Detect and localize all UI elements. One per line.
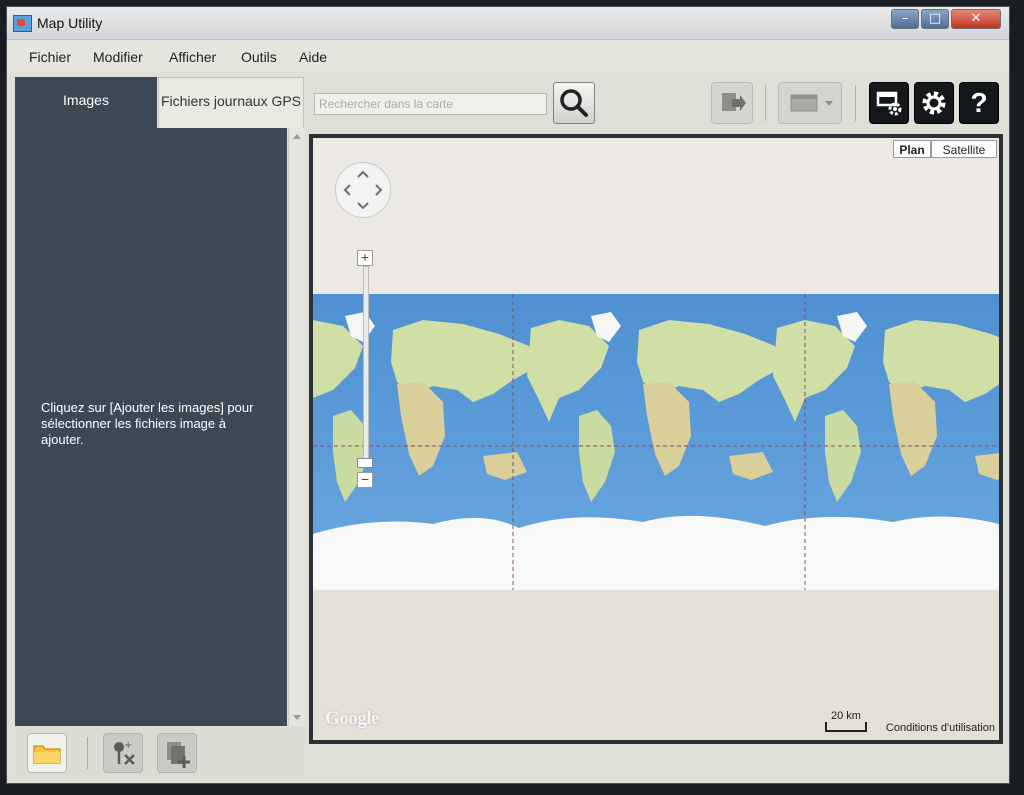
- title-bar[interactable]: Map Utility – □ ✕: [7, 7, 1009, 40]
- scroll-down-arrow[interactable]: [293, 715, 301, 720]
- zoom-out-button[interactable]: −: [357, 472, 373, 488]
- add-images-button[interactable]: [157, 733, 197, 773]
- window-title: Map Utility: [37, 15, 103, 31]
- app-icon: [13, 15, 32, 32]
- menu-outils[interactable]: Outils: [241, 49, 277, 65]
- folder-icon: [33, 745, 61, 764]
- close-icon: ✕: [970, 11, 982, 26]
- gear-icon: [922, 91, 946, 115]
- google-logo: Google: [325, 708, 380, 729]
- menu-modifier[interactable]: Modifier: [93, 49, 143, 65]
- pin-remove-icon: +: [114, 740, 135, 765]
- add-images-icon: [167, 742, 190, 768]
- scale-bar: [825, 722, 867, 732]
- search-input[interactable]: [314, 93, 547, 115]
- minimize-button[interactable]: –: [891, 9, 919, 29]
- scroll-up-arrow[interactable]: [293, 134, 301, 139]
- terms-link[interactable]: Conditions d'utilisation: [886, 722, 995, 734]
- bottom-separator: [87, 737, 88, 769]
- toolbar-separator: [855, 85, 856, 121]
- zoom-slider-thumb[interactable]: [357, 458, 373, 468]
- view-icon: [790, 94, 833, 112]
- images-panel: Cliquez sur [Ajouter les images] pour sé…: [15, 128, 287, 726]
- add-images-folder-button[interactable]: [27, 733, 67, 773]
- view-dropdown-button[interactable]: [778, 82, 842, 124]
- panel-scrollbar[interactable]: [288, 128, 305, 726]
- app-window: Map Utility – □ ✕ Fichier Modifier Affic…: [6, 6, 1010, 784]
- menu-fichier[interactable]: Fichier: [29, 49, 71, 65]
- svg-text:+: +: [124, 740, 132, 751]
- menu-bar: Fichier Modifier Afficher Outils Aide: [7, 40, 1009, 72]
- menu-aide[interactable]: Aide: [299, 49, 327, 65]
- pan-arrows-icon: [343, 170, 383, 210]
- map-view[interactable]: Plan Satellite + − Google 20 km Conditio…: [309, 134, 1003, 744]
- tab-gps-logs[interactable]: Fichiers journaux GPS: [158, 77, 304, 129]
- zoom-slider-track[interactable]: [363, 266, 369, 468]
- settings-button[interactable]: [914, 82, 954, 124]
- remove-location-button[interactable]: +: [103, 733, 143, 773]
- menu-afficher[interactable]: Afficher: [169, 49, 216, 65]
- close-button[interactable]: ✕: [951, 9, 1001, 29]
- settings-tools-icon: [876, 91, 902, 116]
- minimize-icon: –: [901, 11, 909, 26]
- tools-button[interactable]: [869, 82, 909, 124]
- help-icon: ?: [970, 87, 988, 118]
- zoom-in-button[interactable]: +: [357, 250, 373, 266]
- pan-control[interactable]: [335, 162, 391, 218]
- export-icon: [722, 93, 746, 111]
- export-button[interactable]: [711, 82, 753, 124]
- maximize-icon: □: [928, 11, 942, 26]
- world-map-tiles: [313, 138, 999, 740]
- help-button[interactable]: ?: [959, 82, 999, 124]
- map-type-satellite-button[interactable]: Satellite: [931, 140, 997, 158]
- panel-bottom-toolbar: +: [15, 727, 305, 777]
- empty-state-message: Cliquez sur [Ajouter les images] pour sé…: [41, 400, 254, 447]
- search-icon: [560, 89, 588, 117]
- search-button[interactable]: [553, 82, 595, 124]
- maximize-button[interactable]: □: [921, 9, 949, 29]
- toolbar-row: Images Fichiers journaux GPS Rechercher …: [7, 75, 1009, 131]
- toolbar-separator: [765, 85, 766, 121]
- map-type-plan-button[interactable]: Plan: [893, 140, 931, 158]
- scale-label: 20 km: [831, 710, 861, 722]
- tab-images[interactable]: Images: [15, 77, 157, 129]
